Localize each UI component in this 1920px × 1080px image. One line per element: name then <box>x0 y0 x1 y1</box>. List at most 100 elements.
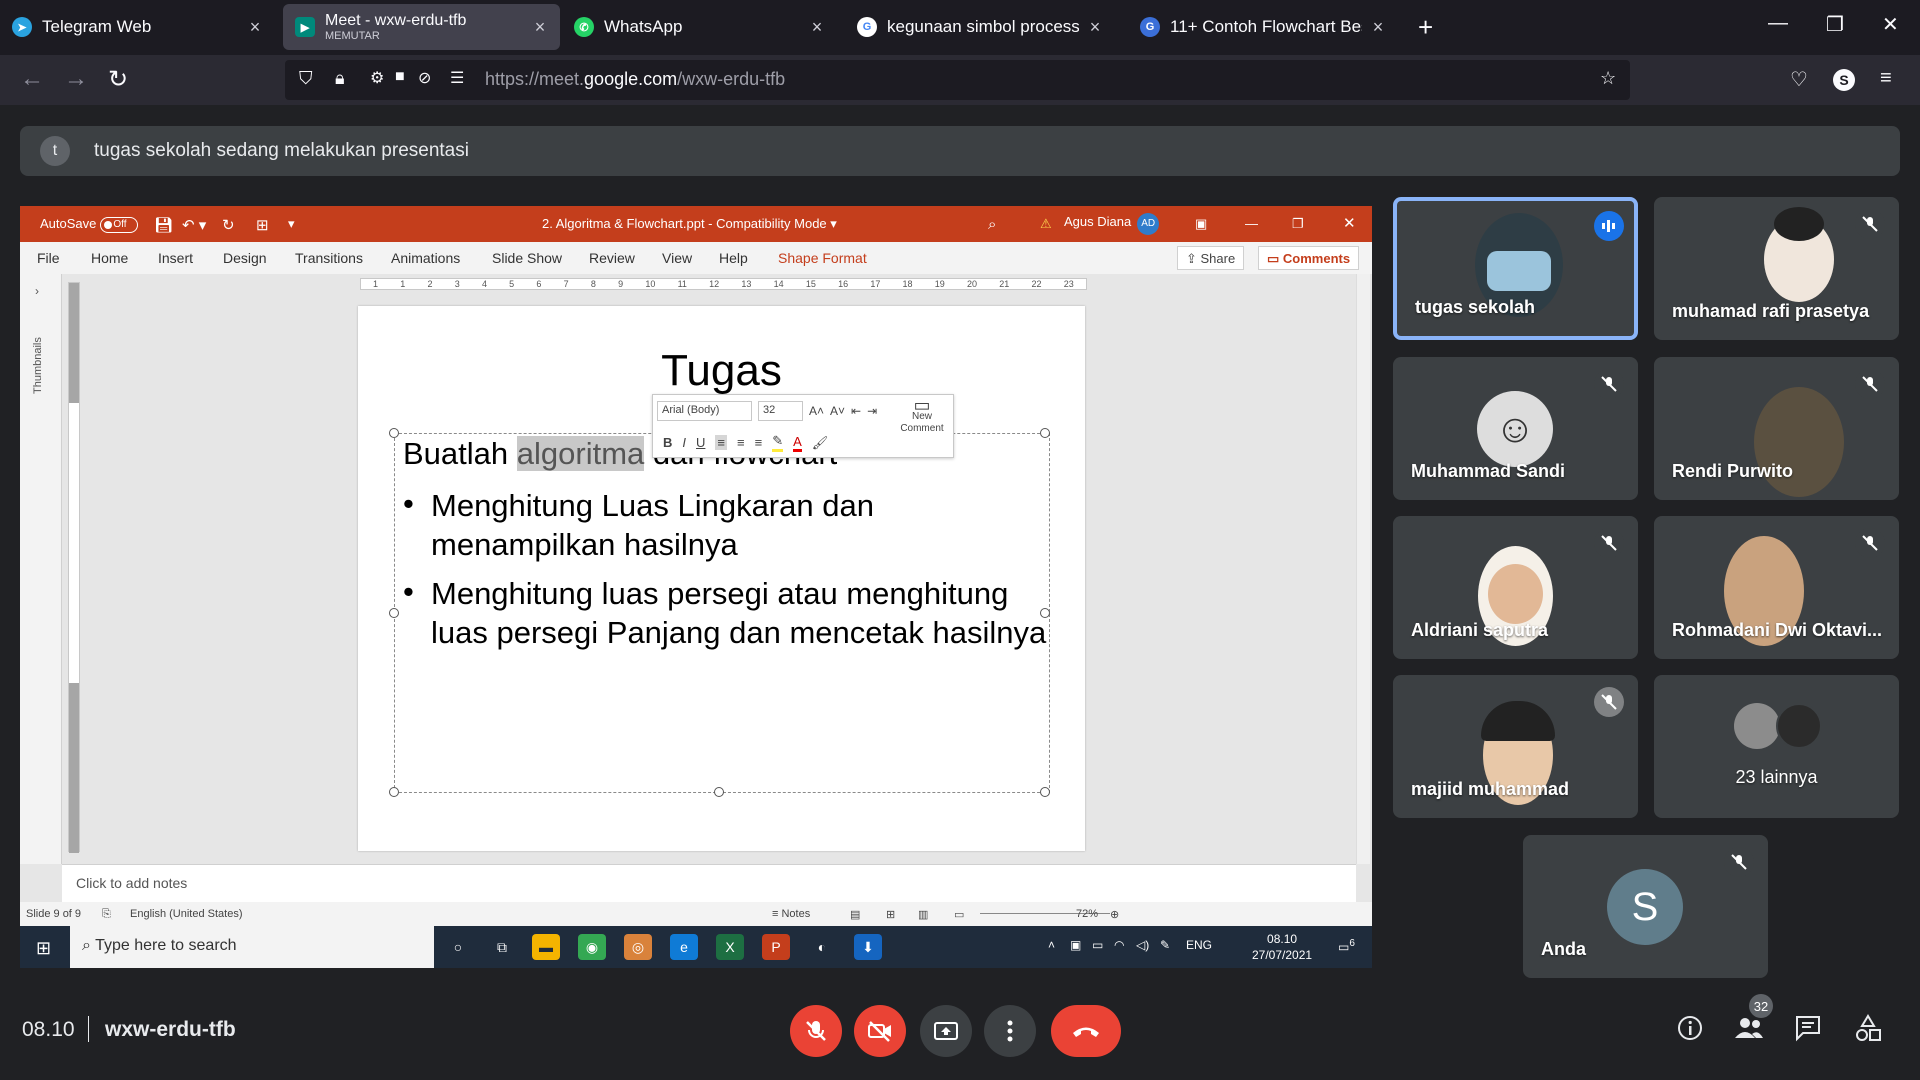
slideshow-view-icon[interactable]: ▭ <box>954 908 964 921</box>
camera-toggle-button[interactable] <box>854 1005 906 1057</box>
align-right-icon[interactable]: ≡ <box>755 435 763 450</box>
participant-tile[interactable]: ☺ Muhammad Sandi <box>1393 357 1638 500</box>
app-icon[interactable]: ◎ <box>624 934 652 960</box>
user-account[interactable]: Agus Diana AD <box>1064 213 1160 235</box>
slide-body-textbox[interactable]: Buatlah algoritma dan flowchart • Menghi… <box>389 428 1050 797</box>
tab-meet[interactable]: ▶ Meet - wxw-erdu-tfb MEMUTAR × <box>283 4 560 50</box>
undo-icon[interactable]: ↶ ▾ <box>182 216 206 234</box>
close-tab-icon[interactable]: × <box>247 17 263 38</box>
align-center-icon[interactable]: ≡ <box>737 435 745 450</box>
others-tile[interactable]: 23 lainnya <box>1654 675 1899 818</box>
chat-icon[interactable] <box>1794 1014 1822 1042</box>
leave-call-button[interactable] <box>1051 1005 1121 1057</box>
italic-icon[interactable]: I <box>682 435 686 450</box>
ribbon-display-icon[interactable]: ▣ <box>1195 216 1207 232</box>
activities-icon[interactable] <box>1854 1014 1882 1042</box>
language-status[interactable]: English (United States) <box>130 908 243 920</box>
tab-google-search[interactable]: G kegunaan simbol process - Pene × <box>845 4 1115 50</box>
ppt-close-button[interactable]: ✕ <box>1343 214 1356 232</box>
vertical-scrollbar[interactable] <box>1356 274 1370 864</box>
present-icon[interactable]: ⊞ <box>256 216 269 234</box>
tray-expand-icon[interactable]: ˄ <box>1048 938 1055 952</box>
lock-icon[interactable]: 🔒︎ <box>335 68 345 89</box>
slide-canvas[interactable]: Tugas Buatlah algoritma dan flowchart • … <box>358 306 1085 851</box>
people-icon[interactable] <box>1734 1014 1764 1042</box>
highlight-icon[interactable]: ✎ <box>772 433 784 452</box>
notes-pane[interactable]: Click to add notes <box>62 864 1356 902</box>
new-comment-button[interactable]: ▭ New Comment <box>897 396 947 435</box>
tab-flowchart[interactable]: G 11+ Contoh Flowchart Beserta J × <box>1128 4 1398 50</box>
obs-icon[interactable]: ◐ <box>808 934 836 960</box>
ribbon-tab-home[interactable]: Home <box>91 250 128 266</box>
reading-view-icon[interactable]: ▥ <box>918 908 928 921</box>
ppt-restore-button[interactable]: ❐ <box>1292 216 1304 232</box>
cortana-icon[interactable]: ○ <box>444 934 472 960</box>
reader-icon[interactable]: ☰ <box>450 68 464 88</box>
expand-thumbnails-icon[interactable]: › <box>35 284 39 298</box>
close-tab-icon[interactable]: × <box>809 17 825 38</box>
align-left-icon[interactable]: ≡ <box>715 435 727 450</box>
forward-button[interactable]: → <box>64 65 88 93</box>
resize-handle[interactable] <box>389 787 399 797</box>
ppt-minimize-button[interactable]: — <box>1245 216 1258 231</box>
customize-qat-icon[interactable]: ▾ <box>288 216 295 232</box>
comments-button[interactable]: ▭ Comments <box>1258 246 1360 270</box>
profile-button[interactable]: S <box>1833 69 1855 91</box>
font-size-select[interactable]: 32 <box>758 401 803 421</box>
resize-handle[interactable] <box>389 608 399 618</box>
excel-icon[interactable]: X <box>716 934 744 960</box>
close-window-button[interactable]: ✕ <box>1882 12 1899 37</box>
back-button[interactable]: ← <box>20 65 44 93</box>
redo-icon[interactable]: ↻ <box>222 216 235 234</box>
blocked-icon[interactable]: ⊘ <box>418 68 431 88</box>
normal-view-icon[interactable]: ▤ <box>850 908 860 921</box>
close-tab-icon[interactable]: × <box>532 17 548 38</box>
pocket-icon[interactable]: ♡ <box>1790 67 1808 92</box>
tab-whatsapp[interactable]: ✆ WhatsApp × <box>562 4 837 50</box>
input-language[interactable]: ENG <box>1186 938 1212 952</box>
app-icon[interactable]: ⬇ <box>854 934 882 960</box>
taskbar-search[interactable]: ⌕ Type here to search <box>70 926 434 968</box>
network-icon[interactable]: ◠ <box>1114 938 1124 952</box>
volume-icon[interactable]: ◁) <box>1136 938 1149 952</box>
ribbon-tab-insert[interactable]: Insert <box>158 250 193 266</box>
address-bar[interactable]: ⛉ 🔒︎ ⚙ ■ ⊘ ☰ https://meet.google.com/wxw… <box>285 60 1630 100</box>
resize-handle[interactable] <box>1040 787 1050 797</box>
present-screen-button[interactable] <box>920 1005 972 1057</box>
decrease-font-icon[interactable]: A˅ <box>830 404 845 418</box>
ribbon-tab-view[interactable]: View <box>662 250 692 266</box>
ribbon-tab-design[interactable]: Design <box>223 250 267 266</box>
spellcheck-icon[interactable]: ⎘ <box>102 908 111 921</box>
edge-icon[interactable]: e <box>670 934 698 960</box>
font-family-select[interactable]: Arial (Body) <box>657 401 752 421</box>
save-icon[interactable]: 💾︎ <box>154 216 173 234</box>
slide-title[interactable]: Tugas <box>358 346 1085 396</box>
self-tile[interactable]: S Anda <box>1523 835 1768 978</box>
task-view-icon[interactable]: ⧉ <box>488 934 516 960</box>
increase-font-icon[interactable]: A˄ <box>809 404 824 418</box>
minimize-window-button[interactable]: — <box>1768 12 1788 35</box>
ribbon-tab-shape-format[interactable]: Shape Format <box>778 250 867 266</box>
reload-button[interactable]: ↻ <box>108 65 128 94</box>
fit-to-window-icon[interactable]: ⊕ <box>1110 908 1119 921</box>
tab-telegram[interactable]: ➤ Telegram Web × <box>0 4 275 50</box>
ribbon-tab-animations[interactable]: Animations <box>391 250 460 266</box>
resize-handle[interactable] <box>714 787 724 797</box>
slide-sorter-icon[interactable]: ⊞ <box>886 908 895 921</box>
underline-icon[interactable]: U <box>696 435 705 450</box>
bold-icon[interactable]: B <box>663 435 672 450</box>
taskbar-clock[interactable]: 08.10 27/07/2021 <box>1252 931 1312 963</box>
ribbon-tab-review[interactable]: Review <box>589 250 635 266</box>
notes-toggle[interactable]: ≡ Notes <box>772 908 810 920</box>
permissions-icon[interactable]: ⚙ <box>370 68 384 88</box>
participant-tile[interactable]: majiid muhammad <box>1393 675 1638 818</box>
zoom-level[interactable]: 72% <box>1076 908 1098 920</box>
share-button[interactable]: ⇪ Share <box>1177 246 1245 270</box>
shield-icon[interactable]: ⛉ <box>299 68 313 89</box>
participant-tile[interactable]: Rohmadani Dwi Oktavi... <box>1654 516 1899 659</box>
mic-toggle-button[interactable] <box>790 1005 842 1057</box>
format-painter-icon[interactable]: 🖌︎ <box>812 435 829 451</box>
more-options-button[interactable] <box>984 1005 1036 1057</box>
camera-icon[interactable]: ■ <box>395 68 405 86</box>
meeting-info-icon[interactable] <box>1676 1014 1704 1042</box>
